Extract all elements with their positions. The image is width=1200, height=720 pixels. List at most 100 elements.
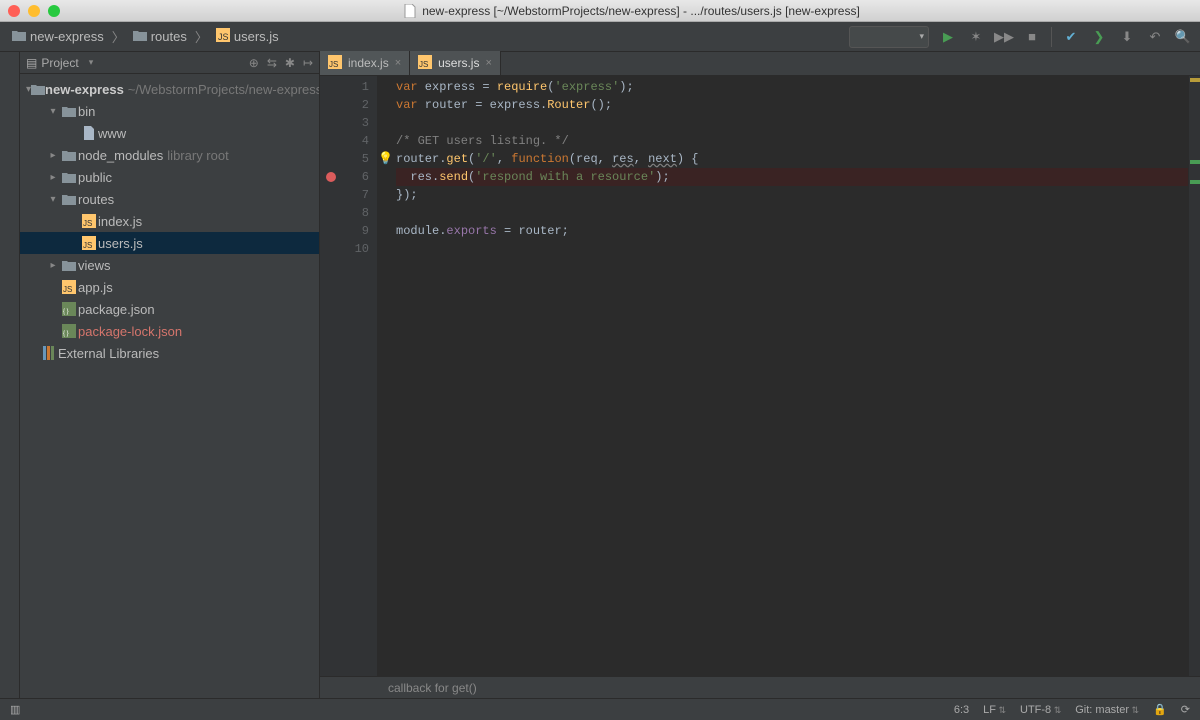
search-everywhere-icon[interactable]: 🔍 bbox=[1174, 28, 1192, 46]
editor-gutter[interactable]: 12345💡678910 bbox=[320, 76, 378, 676]
coverage-button[interactable]: ▶▶ bbox=[995, 28, 1013, 46]
stop-button[interactable]: ■ bbox=[1023, 28, 1041, 46]
lock-icon[interactable]: 🔒 bbox=[1153, 703, 1167, 716]
project-tool-window: ▤ Project ▾ ⊕ ⇆ ✱ ↦ ▾new-express ~/Webst… bbox=[20, 52, 320, 698]
minimize-window-button[interactable] bbox=[28, 5, 40, 17]
tree-item-www[interactable]: www bbox=[20, 122, 319, 144]
breadcrumb-item[interactable]: new-express bbox=[8, 27, 108, 46]
git-branch-icon[interactable]: ❯ bbox=[1090, 28, 1108, 46]
tree-item-label: views bbox=[78, 258, 111, 273]
git-branch-status[interactable]: Git: master bbox=[1075, 704, 1139, 716]
breadcrumb-text: callback for get() bbox=[388, 681, 477, 695]
undo-icon[interactable]: ↶ bbox=[1146, 28, 1164, 46]
project-tree[interactable]: ▾new-express ~/WebstormProjects/new-expr… bbox=[20, 74, 319, 698]
breadcrumb-label: new-express bbox=[30, 29, 104, 44]
svg-text:JS: JS bbox=[83, 219, 92, 228]
tree-item-External-Libraries[interactable]: External Libraries bbox=[20, 342, 319, 364]
ok-marker[interactable] bbox=[1190, 180, 1200, 184]
tree-item-label: External Libraries bbox=[58, 346, 159, 361]
tree-item-path: library root bbox=[167, 148, 228, 163]
svg-text:JS: JS bbox=[329, 60, 338, 69]
tool-windows-icon[interactable]: ▥ bbox=[10, 703, 20, 716]
breakpoint-icon[interactable] bbox=[326, 172, 336, 182]
cursor-position[interactable]: 6:3 bbox=[954, 704, 969, 716]
main-area: ▤ Project ▾ ⊕ ⇆ ✱ ↦ ▾new-express ~/Webst… bbox=[0, 52, 1200, 698]
lib-icon bbox=[40, 346, 58, 360]
js-icon: JS bbox=[80, 236, 98, 250]
run-button[interactable]: ▶ bbox=[939, 28, 957, 46]
breadcrumb-label: routes bbox=[151, 29, 187, 44]
tree-item-public[interactable]: ▸public bbox=[20, 166, 319, 188]
close-tab-icon[interactable]: × bbox=[485, 57, 491, 69]
folder-icon bbox=[60, 193, 78, 205]
folder-icon bbox=[12, 29, 26, 44]
tree-item-index-js[interactable]: JSindex.js bbox=[20, 210, 319, 232]
tree-item-label: www bbox=[98, 126, 126, 141]
tree-item-label: package-lock.json bbox=[78, 324, 182, 339]
window-titlebar: new-express [~/WebstormProjects/new-expr… bbox=[0, 0, 1200, 22]
js-icon: JS bbox=[60, 280, 78, 294]
js-icon: JS bbox=[418, 55, 432, 72]
folder-icon bbox=[60, 171, 78, 183]
settings-icon[interactable]: ✱ bbox=[285, 56, 295, 70]
js-icon: JS bbox=[328, 55, 342, 72]
locate-file-icon[interactable]: ⊕ bbox=[249, 56, 259, 70]
tree-item-views[interactable]: ▸ views bbox=[20, 254, 319, 276]
code-content[interactable]: var express = require('express');var rou… bbox=[378, 76, 1188, 676]
editor-tab-index-js[interactable]: JSindex.js× bbox=[320, 51, 410, 75]
expand-arrow-icon[interactable]: ▸ bbox=[46, 172, 60, 183]
tree-item-label: new-express bbox=[45, 82, 124, 97]
debug-button[interactable]: ✶ bbox=[967, 28, 985, 46]
editor-tab-users-js[interactable]: JS users.js × bbox=[410, 51, 501, 75]
folder-icon bbox=[60, 105, 78, 117]
tree-item-label: app.js bbox=[78, 280, 113, 295]
tree-item-routes[interactable]: ▾routes bbox=[20, 188, 319, 210]
intention-bulb-icon[interactable]: 💡 bbox=[378, 150, 393, 168]
breadcrumb-item[interactable]: JS users.js bbox=[212, 26, 283, 47]
update-project-icon[interactable]: ⬇ bbox=[1118, 28, 1136, 46]
tool-window-stripe-left[interactable] bbox=[0, 52, 20, 698]
editor-tabs: JSindex.js×JSusers.js× bbox=[320, 52, 1200, 76]
sync-icon[interactable]: ⟳ bbox=[1181, 703, 1190, 716]
error-stripe[interactable] bbox=[1188, 76, 1200, 676]
svg-text:JS: JS bbox=[218, 32, 229, 42]
warning-marker[interactable] bbox=[1190, 78, 1200, 82]
project-panel-icon: ▤ bbox=[26, 56, 37, 70]
hide-icon[interactable]: ↦ bbox=[303, 56, 313, 70]
run-configuration-selector[interactable]: ▾ bbox=[849, 26, 929, 48]
js-icon: JS bbox=[216, 28, 230, 45]
collapse-all-icon[interactable]: ⇆ bbox=[267, 56, 277, 70]
expand-arrow-icon[interactable]: ▾ bbox=[46, 194, 60, 205]
line-separator[interactable]: LF bbox=[983, 704, 1006, 716]
expand-arrow-icon[interactable]: ▾ bbox=[46, 106, 60, 117]
breadcrumb: new-express〉routes〉JSusers.js bbox=[8, 26, 283, 47]
svg-text:JS: JS bbox=[83, 241, 92, 250]
project-panel-header[interactable]: ▤ Project ▾ ⊕ ⇆ ✱ ↦ bbox=[20, 52, 319, 74]
close-tab-icon[interactable]: × bbox=[395, 57, 401, 69]
expand-arrow-icon[interactable]: ▸ bbox=[46, 150, 60, 161]
maximize-window-button[interactable] bbox=[48, 5, 60, 17]
code-editor[interactable]: 12345💡678910 var express = require('expr… bbox=[320, 76, 1200, 676]
editor-breadcrumb[interactable]: callback for get() bbox=[320, 676, 1200, 698]
folder-icon bbox=[60, 149, 78, 161]
tree-item-package-lock-json[interactable]: { }package-lock.json bbox=[20, 320, 319, 342]
folder-icon bbox=[60, 259, 78, 271]
breadcrumb-item[interactable]: routes bbox=[129, 27, 191, 46]
ok-marker[interactable] bbox=[1190, 160, 1200, 164]
tree-item-label: node_modules bbox=[78, 148, 163, 163]
close-window-button[interactable] bbox=[8, 5, 20, 17]
navigation-bar: new-express〉routes〉JSusers.js ▾ ▶ ✶ ▶▶ ■… bbox=[0, 22, 1200, 52]
tree-item-app-js[interactable]: JSapp.js bbox=[20, 276, 319, 298]
breadcrumb-label: users.js bbox=[234, 29, 279, 44]
tree-item-package-json[interactable]: { }package.json bbox=[20, 298, 319, 320]
tree-item-node_modules[interactable]: ▸ node_modules library root bbox=[20, 144, 319, 166]
file-encoding[interactable]: UTF-8 bbox=[1020, 704, 1061, 716]
tree-item-users-js[interactable]: JSusers.js bbox=[20, 232, 319, 254]
tab-label: users.js bbox=[438, 56, 479, 70]
tree-item-new-express[interactable]: ▾new-express ~/WebstormProjects/new-expr… bbox=[20, 78, 319, 100]
svg-text:JS: JS bbox=[419, 60, 428, 69]
project-panel-title: Project bbox=[41, 56, 78, 70]
tree-item-bin[interactable]: ▾bin bbox=[20, 100, 319, 122]
tool-icon-1[interactable]: ✔ bbox=[1062, 28, 1080, 46]
expand-arrow-icon[interactable]: ▸ bbox=[46, 260, 60, 271]
